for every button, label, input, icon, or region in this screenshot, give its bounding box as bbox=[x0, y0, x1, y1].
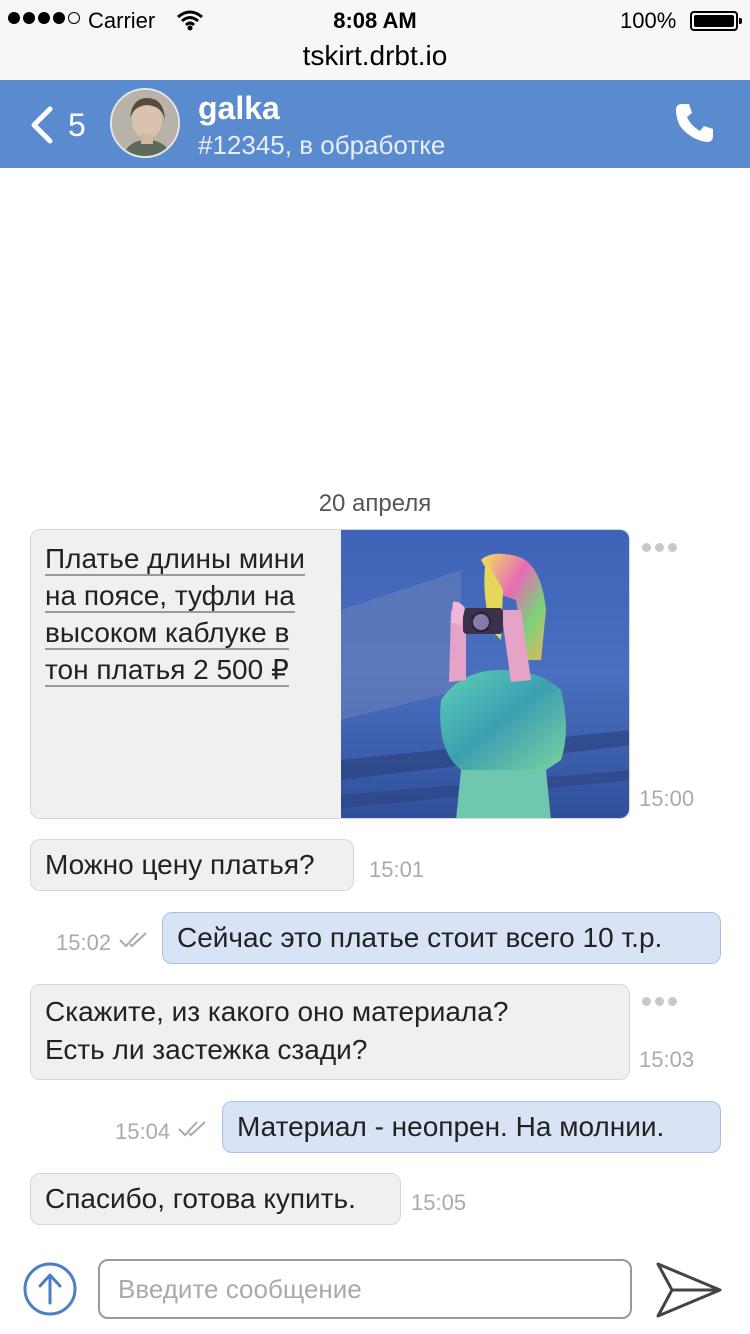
product-line: на поясе, туфли на bbox=[45, 580, 295, 613]
message-text-line: Скажите, из какого оно материала? bbox=[45, 996, 509, 1027]
product-description: Платье длины мини на поясе, туфли на выс… bbox=[45, 540, 337, 688]
outgoing-message[interactable]: Материал - неопрен. На молнии. bbox=[222, 1101, 721, 1153]
message-text: Можно цену платья? bbox=[45, 849, 315, 880]
avatar[interactable] bbox=[110, 88, 180, 158]
message-time: 15:04 bbox=[115, 1119, 171, 1144]
product-photo[interactable] bbox=[341, 530, 629, 818]
more-options-icon[interactable] bbox=[642, 997, 682, 1009]
product-line: тон платья 2 500 ₽ bbox=[45, 654, 289, 687]
read-receipt-icon bbox=[178, 1121, 206, 1137]
date-separator: 20 апреля bbox=[318, 490, 432, 517]
order-status: #12345, в обработке bbox=[198, 130, 446, 160]
back-button[interactable]: 5 bbox=[28, 102, 98, 146]
chevron-left-icon bbox=[31, 106, 53, 144]
phone-icon bbox=[676, 104, 713, 142]
incoming-message[interactable]: Спасибо, готова купить. bbox=[30, 1173, 401, 1225]
product-message[interactable]: Платье длины мини на поясе, туфли на выс… bbox=[30, 529, 630, 819]
outgoing-message[interactable]: Сейчас это платье стоит всего 10 т.р. bbox=[162, 912, 721, 964]
call-button[interactable] bbox=[672, 100, 722, 150]
contact-name: galka bbox=[198, 90, 280, 126]
attach-button[interactable] bbox=[22, 1261, 78, 1317]
message-text: Материал - неопрен. На молнии. bbox=[237, 1111, 665, 1142]
product-line: Платье длины мини bbox=[45, 543, 305, 576]
message-time: 15:02 bbox=[56, 930, 112, 955]
url-bar[interactable]: tskirt.drbt.io bbox=[0, 40, 750, 80]
battery-percent: 100% bbox=[620, 8, 677, 33]
message-time: 15:00 bbox=[639, 786, 695, 811]
unread-count: 5 bbox=[68, 107, 86, 143]
message-time: 15:05 bbox=[411, 1190, 467, 1215]
incoming-message[interactable]: Можно цену платья? bbox=[30, 839, 354, 891]
message-text: Сейчас это платье стоит всего 10 т.р. bbox=[177, 922, 663, 953]
status-bar: Carrier 8:08 AM 100% bbox=[0, 0, 750, 40]
message-input[interactable] bbox=[98, 1259, 632, 1319]
message-time: 15:03 bbox=[639, 1047, 695, 1072]
incoming-message[interactable]: Скажите, из какого оно материала? Есть л… bbox=[30, 984, 630, 1080]
more-options-icon[interactable] bbox=[642, 543, 682, 555]
read-receipt-icon bbox=[119, 932, 147, 948]
product-line: высоком каблуке в bbox=[45, 617, 290, 650]
send-icon bbox=[656, 1262, 722, 1318]
send-button[interactable] bbox=[654, 1258, 724, 1322]
upload-arrow-icon bbox=[23, 1262, 77, 1316]
chat-header: 5 galka #12345, в обработке bbox=[0, 80, 750, 168]
message-text: Спасибо, готова купить. bbox=[45, 1183, 356, 1214]
message-time: 15:01 bbox=[369, 857, 425, 882]
battery-icon bbox=[690, 11, 742, 31]
message-text-line: Есть ли застежка сзади? bbox=[45, 1034, 368, 1065]
